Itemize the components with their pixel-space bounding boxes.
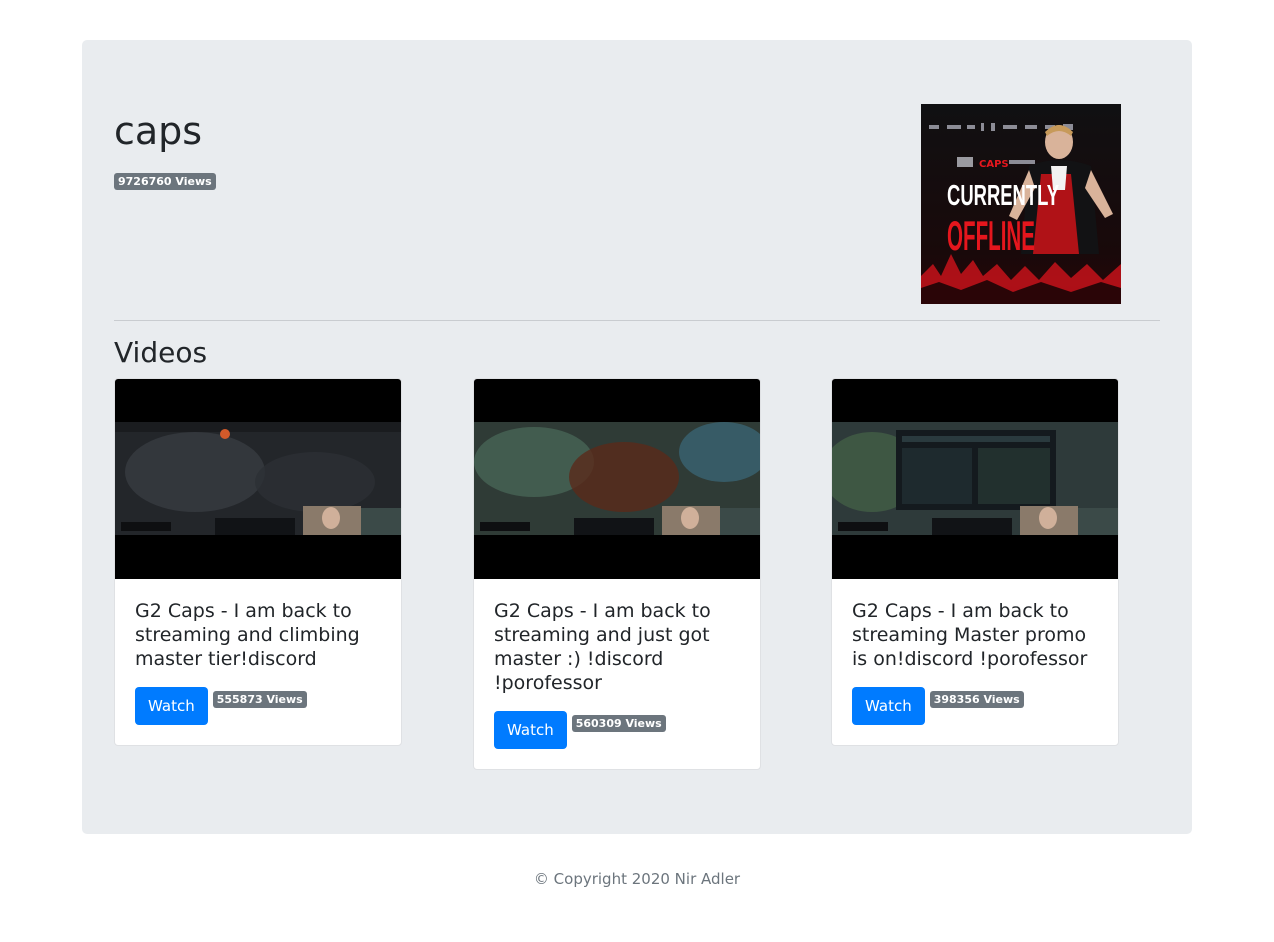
video-thumbnail[interactable] [832,379,1118,579]
watch-button[interactable]: Watch [135,687,208,725]
videos-heading: Videos [114,336,208,369]
video-thumbnail-image [832,422,1118,535]
channel-jumbotron: caps 9726760 Views CAPS CURRENTLY OFFLIN… [82,40,1192,834]
channel-name: caps [114,109,203,153]
video-thumbnail-image [115,422,401,535]
video-thumbnail-image [474,422,760,535]
video-card: G2 Caps - I am back to streaming Master … [831,378,1119,746]
video-thumbnail[interactable] [115,379,401,579]
offline-banner-image: CAPS CURRENTLY OFFLINE [921,104,1121,304]
video-title: G2 Caps - I am back to streaming and cli… [135,600,360,670]
video-views-badge: 555873 Views [212,690,307,708]
video-title: G2 Caps - I am back to streaming Master … [852,600,1088,670]
video-thumbnail[interactable] [474,379,760,579]
svg-text:CAPS: CAPS [979,159,1009,170]
video-views-badge: 398356 Views [929,690,1024,708]
footer-copyright: © Copyright 2020 Nir Adler [533,870,741,888]
watch-button[interactable]: Watch [852,687,925,725]
svg-text:OFFLINE: OFFLINE [947,212,1035,259]
offline-thumbnail: CAPS CURRENTLY OFFLINE [921,104,1121,304]
section-divider [114,320,1160,321]
video-card: G2 Caps - I am back to streaming and jus… [473,378,761,770]
video-views-badge: 560309 Views [571,714,666,732]
watch-button[interactable]: Watch [494,711,567,749]
svg-text:CURRENTLY: CURRENTLY [947,180,1059,212]
video-card: G2 Caps - I am back to streaming and cli… [114,378,402,746]
channel-views-badge: 9726760 Views [114,173,216,190]
video-title: G2 Caps - I am back to streaming and jus… [494,600,711,694]
